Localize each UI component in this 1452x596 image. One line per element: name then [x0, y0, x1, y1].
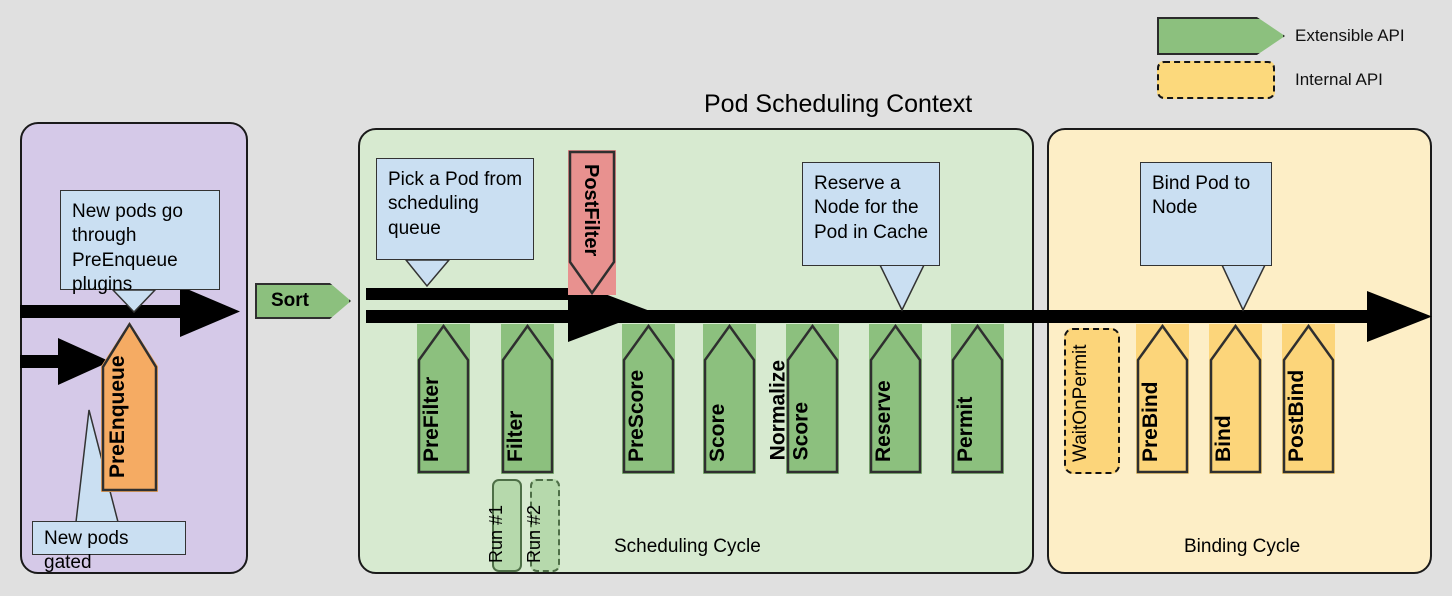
stage-prescore[interactable]: PreScore: [622, 323, 675, 474]
filter-run-1[interactable]: Run #1: [486, 479, 522, 572]
stage-sort[interactable]: Sort: [255, 283, 351, 319]
stage-label: Normalize Score: [766, 359, 812, 460]
binding-cycle-label: Binding Cycle: [1184, 536, 1301, 557]
callout-new-pods-gated: New pods gated: [32, 521, 186, 573]
stage-label: PreEnqueue: [105, 355, 129, 478]
stage-label: Reserve: [871, 380, 895, 462]
legend-internal-api-label: Internal API: [1295, 70, 1383, 89]
stage-postfilter[interactable]: PostFilter: [568, 150, 616, 296]
scheduling-framework-diagram: Extensible API Internal API Pod Scheduli…: [0, 0, 1452, 596]
filter-run-2[interactable]: Run #2: [524, 479, 560, 572]
stage-label: WaitOnPermit: [1070, 344, 1091, 462]
stage-postbind[interactable]: PostBind: [1282, 323, 1335, 474]
diagram-title: Pod Scheduling Context: [704, 90, 973, 118]
stage-label: PostFilter: [580, 164, 602, 257]
stage-label: Permit: [953, 396, 977, 462]
stage-prefilter[interactable]: PreFilter: [417, 323, 470, 474]
stage-label: Filter: [503, 410, 527, 462]
stage-label-line1: Normalize: [766, 359, 790, 460]
callout-pick-a-pod: Pick a Pod from scheduling queue: [376, 158, 534, 260]
stage-normalize-score[interactable]: Normalize Score: [766, 323, 839, 474]
stage-label: PostBind: [1284, 369, 1308, 462]
stage-label: PreBind: [1138, 381, 1162, 462]
stage-reserve[interactable]: Reserve: [869, 323, 922, 474]
stage-label: PreScore: [624, 369, 648, 462]
stage-permit[interactable]: Permit: [951, 323, 1004, 474]
stage-label: Bind: [1211, 415, 1235, 462]
stage-bind[interactable]: Bind: [1209, 323, 1262, 474]
sort-label: Sort: [271, 290, 309, 311]
run-label: Run #2: [524, 504, 544, 563]
stage-label-line2: Score: [788, 401, 812, 460]
stage-waitonpermit[interactable]: WaitOnPermit: [1064, 328, 1120, 474]
stage-score[interactable]: Score: [703, 323, 756, 474]
legend-extensible-api-swatch: [1157, 17, 1285, 55]
scheduling-cycle-label: Scheduling Cycle: [614, 536, 761, 557]
stage-prebind[interactable]: PreBind: [1136, 323, 1189, 474]
run-label: Run #1: [486, 504, 506, 563]
callout-reserve-node: Reserve a Node for the Pod in Cache: [802, 162, 940, 266]
callout-preenqueue-plugins: New pods go through PreEnqueue plugins: [60, 190, 220, 295]
callout-bind-pod-to-node: Bind Pod to Node: [1140, 162, 1272, 266]
stage-label: Score: [705, 403, 729, 462]
legend-extensible-api-label: Extensible API: [1295, 26, 1405, 45]
stage-filter[interactable]: Filter: [501, 323, 554, 474]
stage-label: PreFilter: [419, 376, 443, 462]
legend-internal-api-swatch: [1157, 61, 1275, 99]
